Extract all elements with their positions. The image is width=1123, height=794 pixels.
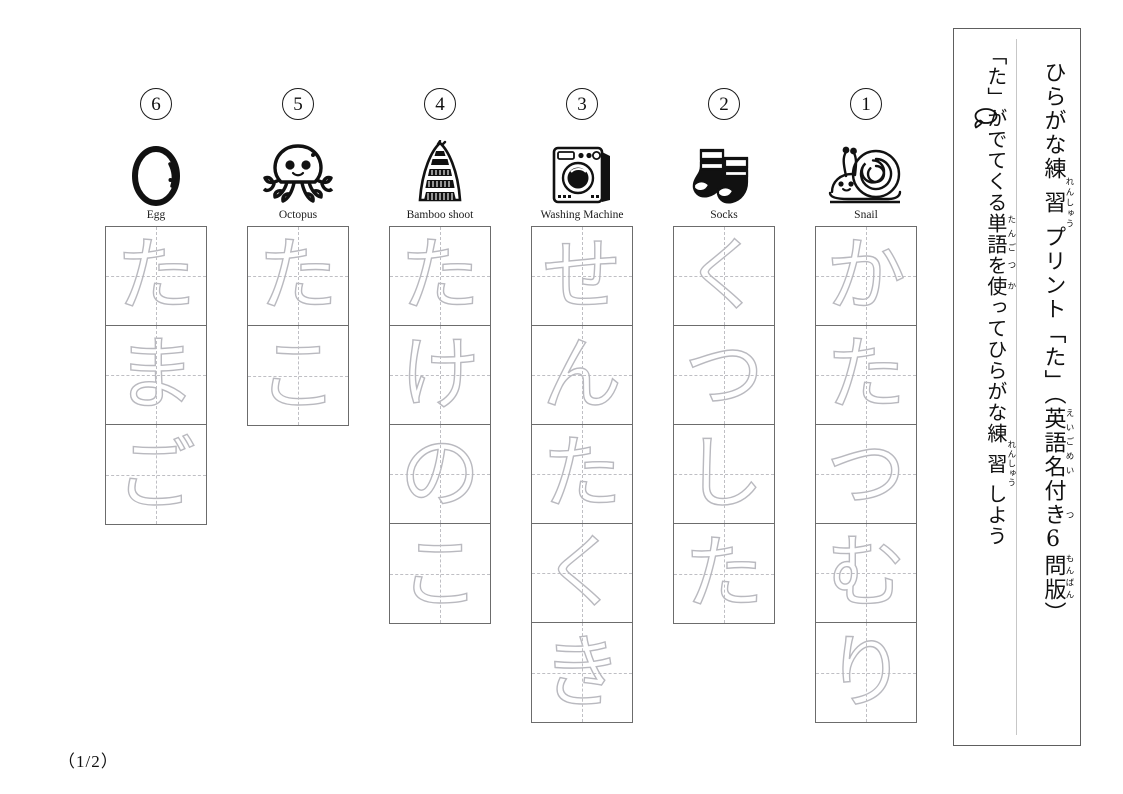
bamboo-shoot-icon [390,134,490,206]
question-number-badge: 3 [566,88,598,120]
octopus-icon [248,134,348,206]
word-column-tako: 5 Octopus たこ [238,88,358,426]
dotted-kana-guide: く [541,526,622,619]
dotted-kana-guide: こ [257,328,338,422]
dotted-kana-guide: り [825,625,906,719]
dotted-kana-guide: た [683,526,764,620]
dotted-kana-guide: き [541,625,622,719]
dotted-kana-guide: こ [399,526,480,620]
tracing-cell[interactable]: つ [816,425,916,524]
tracing-cell[interactable]: ん [532,326,632,425]
dotted-kana-guide: く [683,229,764,322]
dotted-kana-guide: た [115,229,196,322]
question-number-badge: 1 [850,88,882,120]
tracing-cell[interactable]: き [532,623,632,722]
tracing-cell[interactable]: た [674,524,774,623]
tracing-cell[interactable]: か [816,227,916,326]
page-indicator: （1/2） [58,752,119,771]
tracing-cell[interactable]: た [248,227,348,326]
dotted-kana-guide: た [399,229,480,322]
tracing-grid: たまご [105,226,207,525]
english-word-label: Octopus [278,209,318,221]
tracing-cell[interactable]: く [674,227,774,326]
tracing-cell[interactable]: の [390,425,490,524]
question-number-badge: 4 [424,88,456,120]
dotted-kana-guide: た [541,427,622,520]
dotted-kana-guide: ん [541,328,622,421]
dotted-kana-guide: の [399,427,480,520]
tracing-grid: たこ [247,226,349,426]
worksheet-title: ひらがな練習れんしゅうプリント「た」（英語名えいごめい付き6つ問版もんばん） [1015,39,1075,735]
tracing-cell[interactable]: し [674,425,774,524]
dotted-kana-guide: ご [115,427,196,521]
dotted-kana-guide: せ [541,229,622,322]
english-word-label: Egg [146,209,166,221]
question-number-badge: 6 [140,88,172,120]
tracing-cell[interactable]: た [390,227,490,326]
dotted-kana-guide: ま [115,328,196,421]
dotted-kana-guide: か [825,229,906,322]
word-column-sentakuki: 3 Washing Machine せんたくき [522,88,642,723]
word-column-takenoko: 4 Bamboo shoot たけのこ [380,88,500,624]
ruby-annotated-text: 習れんしゅう [1040,177,1075,230]
question-number-badge: 2 [708,88,740,120]
dotted-kana-guide: つ [825,427,906,520]
tracing-cell[interactable]: つ [674,326,774,425]
english-word-label: Snail [854,209,878,221]
tracing-cell[interactable]: く [532,524,632,623]
ruby-annotated-text: 習れんしゅう [983,440,1016,488]
worksheet-subtitle: 「た」がでてくる単語たんごを使つかってひらがな練習れんしゅうしよう [960,39,1016,735]
tracing-cell[interactable]: た [106,227,206,326]
tracing-cell[interactable]: け [390,326,490,425]
dotted-kana-guide: た [825,328,906,421]
ruby-annotated-text: 問版もんばん [1040,553,1075,602]
ruby-annotated-text: 単語たんご [983,213,1016,255]
snail-icon [816,134,916,206]
ruby-annotated-text: を使つか [983,255,1016,297]
speech-bubble-icon [972,107,998,129]
title-text: ひらがな練習れんしゅうプリント「た」（英語名えいごめい付き6つ問版もんばん） [1040,61,1075,626]
tracing-cell[interactable]: せ [532,227,632,326]
english-word-label: Bamboo shoot [406,209,474,221]
tracing-grid: せんたくき [531,226,633,723]
tracing-cell[interactable]: た [532,425,632,524]
washing-machine-icon [532,134,632,206]
tracing-cell[interactable]: こ [390,524,490,623]
tracing-cell[interactable]: ま [106,326,206,425]
title-panel: 「た」がでてくる単語たんごを使つかってひらがな練習れんしゅうしよう ひらがな練習… [953,28,1081,746]
dotted-kana-guide: む [825,526,906,619]
word-column-katatsumuri: 1 Snail かたつむり [806,88,926,723]
english-word-label: Washing Machine [540,209,624,221]
tracing-cell[interactable]: ご [106,425,206,524]
tracing-cell[interactable]: む [816,524,916,623]
question-number-badge: 5 [282,88,314,120]
dotted-kana-guide: し [683,427,764,520]
ruby-annotated-text: 英語名えいごめい [1040,406,1075,479]
ruby-annotated-text: 付き6つ [1040,478,1075,554]
socks-icon [674,134,774,206]
tracing-grid: くつした [673,226,775,624]
tracing-grid: たけのこ [389,226,491,624]
egg-icon [106,134,206,206]
word-column-kutsushita: 2 Socks くつした [664,88,784,624]
worksheet-columns: 6 Egg たまご 5 Octopus たこ 4 Bamboo shoot た … [60,88,940,758]
dotted-kana-guide: た [257,229,338,322]
tracing-grid: かたつむり [815,226,917,723]
dotted-kana-guide: け [399,328,480,421]
dotted-kana-guide: つ [683,328,764,421]
tracing-cell[interactable]: り [816,623,916,722]
english-word-label: Socks [710,209,738,221]
tracing-cell[interactable]: た [816,326,916,425]
word-column-tamago: 6 Egg たまご [96,88,216,525]
tracing-cell[interactable]: こ [248,326,348,425]
